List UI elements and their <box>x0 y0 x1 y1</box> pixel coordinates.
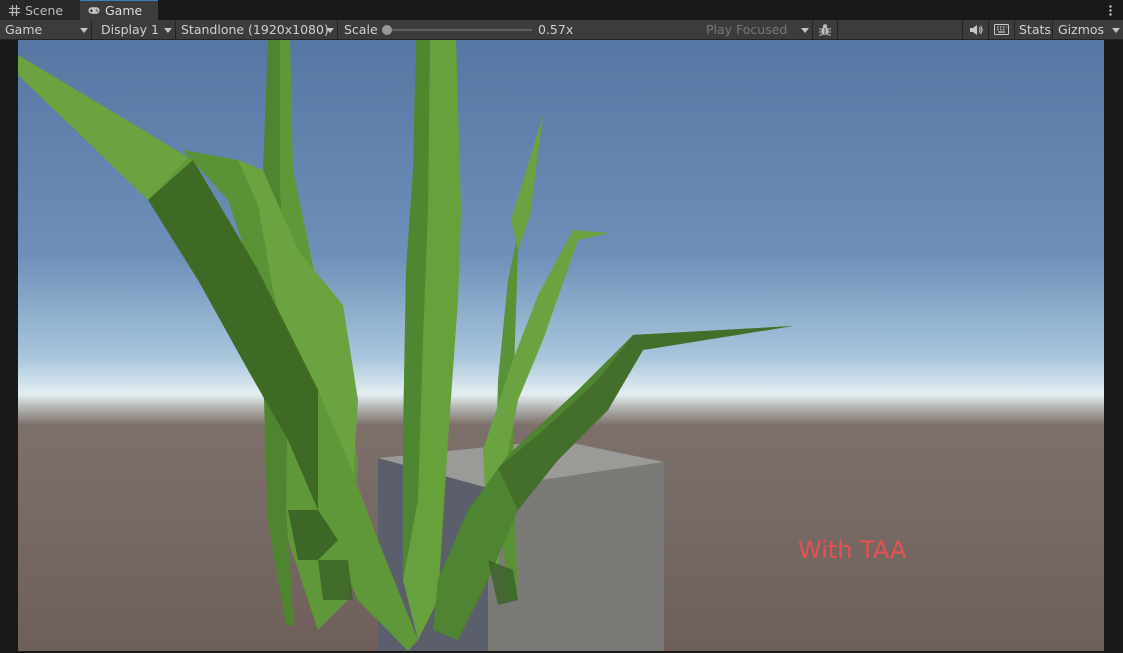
display-label: Display 1 <box>101 22 160 37</box>
stats-toggle[interactable]: Stats <box>1014 20 1052 39</box>
scale-slider-thumb[interactable] <box>382 25 392 35</box>
scale-label: Scale <box>344 22 378 37</box>
grid-icon <box>8 4 20 16</box>
resolution-label: Standlone (1920x1080) <box>181 22 329 37</box>
view-mode-label: Game <box>5 22 43 37</box>
scene-render <box>18 40 1104 651</box>
view-mode-dropdown[interactable]: Game <box>0 20 92 39</box>
resolution-dropdown[interactable]: Standlone (1920x1080) <box>176 20 338 39</box>
tab-game[interactable]: Game <box>80 0 158 20</box>
gizmos-label: Gizmos <box>1058 22 1105 37</box>
scale-slider-track[interactable] <box>384 29 532 31</box>
tab-bar: Scene Game <box>0 0 1123 20</box>
tab-scene[interactable]: Scene <box>0 0 80 20</box>
play-mode-label: Play Focused <box>706 22 788 37</box>
audio-mute-icon[interactable] <box>962 20 988 39</box>
game-viewport[interactable]: With TAA <box>18 40 1104 651</box>
game-toolbar: Game Display 1 Standlone (1920x1080) Sca… <box>0 20 1123 40</box>
gizmos-dropdown[interactable]: Gizmos <box>1052 20 1123 39</box>
bug-icon[interactable] <box>812 20 838 39</box>
more-options-icon[interactable] <box>1105 2 1115 18</box>
taa-overlay-label: With TAA <box>798 536 907 564</box>
display-dropdown[interactable]: Display 1 <box>92 20 176 39</box>
play-mode-dropdown[interactable]: Play Focused <box>702 20 812 39</box>
tab-scene-label: Scene <box>25 2 64 18</box>
gamepad-icon <box>88 5 100 17</box>
scale-value: 0.57x <box>538 22 574 37</box>
tab-game-label: Game <box>105 3 143 18</box>
keyboard-shortcuts-icon[interactable] <box>988 20 1014 39</box>
